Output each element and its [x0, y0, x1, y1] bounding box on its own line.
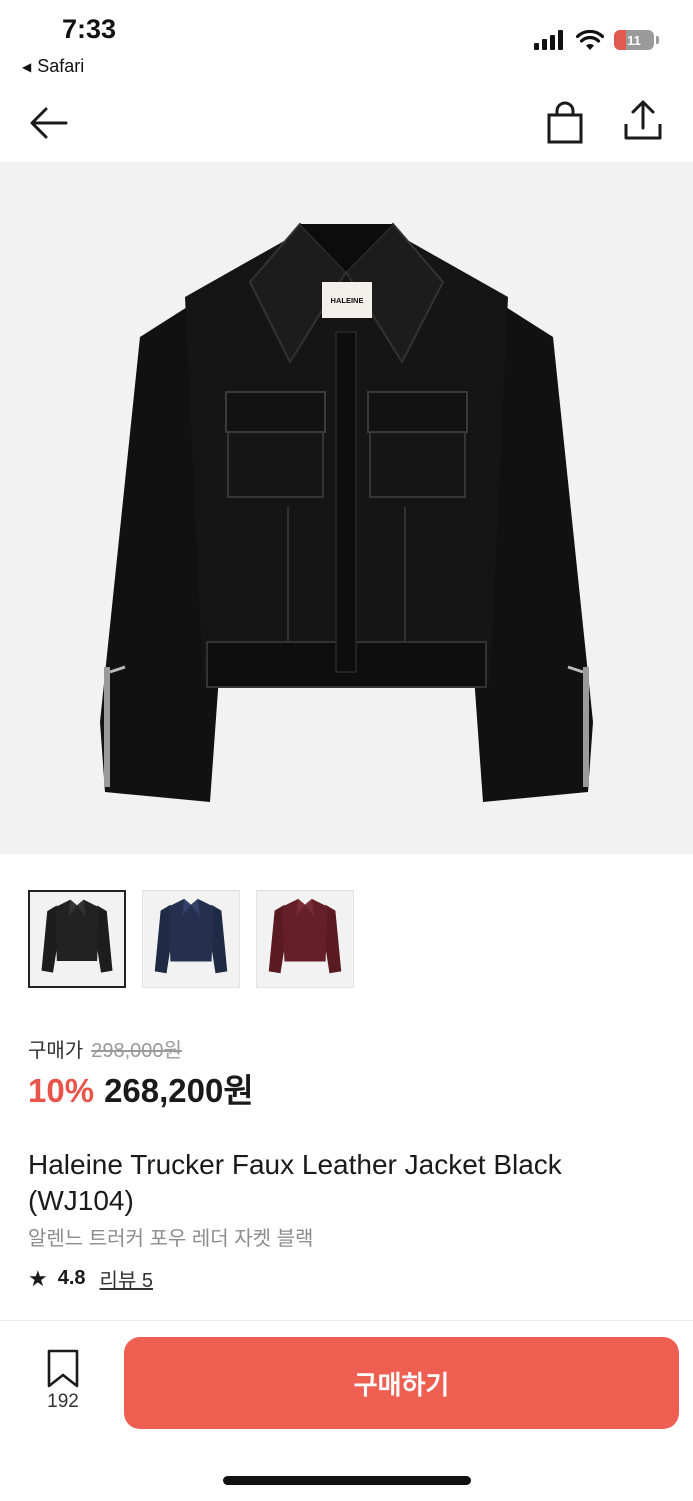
rating-value: 4.8 [57, 1267, 86, 1289]
bookmark-count: 192 [47, 1391, 79, 1412]
discount-rate: 10% [28, 1072, 95, 1109]
arrow-left-icon [30, 107, 68, 139]
status-bar: 7:33 ◀ Safari 11 [0, 0, 693, 88]
thumbnail-black[interactable] [28, 890, 126, 988]
back-button[interactable] [26, 100, 72, 146]
jacket-thumb-black [41, 899, 113, 973]
bookmark-button[interactable]: 192 [30, 1349, 96, 1413]
price-label: 구매가 [28, 1040, 84, 1062]
back-triangle-icon: ◀ [22, 59, 32, 74]
jacket-thumb-navy [154, 898, 228, 974]
jacket-thumb-burgundy [268, 898, 342, 974]
battery-level: 11 [627, 32, 641, 48]
battery-icon: 11 [614, 30, 654, 50]
rating-row: ★ 4.8 리뷰 5 [28, 1264, 153, 1293]
signal-icon [534, 30, 563, 50]
jacket-illustration: HALEINE [100, 222, 593, 802]
star-icon: ★ [28, 1265, 48, 1291]
sale-price: 268,200원 [104, 1072, 254, 1109]
share-button[interactable] [620, 98, 666, 144]
buy-button[interactable]: 구매하기 [124, 1337, 679, 1429]
cart-button[interactable] [542, 100, 588, 146]
top-nav-bar [0, 88, 693, 162]
back-app-label: Safari [37, 56, 85, 76]
thumbnail-burgundy[interactable] [256, 890, 354, 988]
product-title: Haleine Trucker Faux Leather Jacket Blac… [28, 1149, 562, 1216]
sale-price-row: 10% 268,200원 [28, 1064, 254, 1112]
back-to-app-link[interactable]: ◀ Safari [22, 56, 84, 77]
status-time: 7:33 [62, 14, 117, 44]
bottom-action-bar: 192 구매하기 [0, 1320, 693, 1501]
shopping-bag-icon [547, 101, 583, 144]
product-subtitle: 알렌느 트러커 포우 레더 자켓 블랙 [28, 1228, 314, 1250]
home-indicator [223, 1476, 471, 1485]
thumbnail-navy[interactable] [142, 890, 240, 988]
battery-cap [656, 36, 659, 44]
review-link[interactable]: 리뷰 5 [100, 1264, 153, 1293]
wifi-icon [576, 30, 604, 50]
bookmark-icon [47, 1349, 79, 1388]
color-thumbnails [28, 890, 354, 988]
product-image[interactable]: HALEINE [0, 162, 693, 854]
price-label-row: 구매가 298,000원 [28, 1034, 182, 1063]
status-icons: 11 [534, 30, 659, 50]
share-icon [624, 100, 662, 140]
jacket-label-text: HALEINE [331, 296, 364, 305]
original-price: 298,000원 [91, 1040, 182, 1062]
